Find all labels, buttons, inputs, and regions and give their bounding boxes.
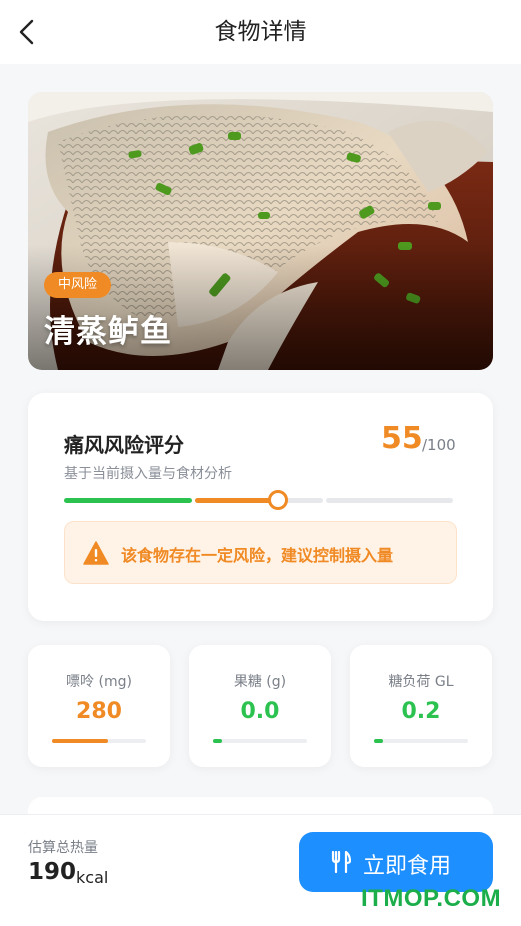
calorie-value: 190	[28, 859, 77, 885]
nutrient-level-bar	[213, 739, 307, 743]
risk-bar-indicator	[267, 490, 288, 510]
nutrient-value: 0.0	[240, 699, 280, 724]
eat-now-button[interactable]: 立即食用	[299, 832, 493, 892]
fork-knife-icon	[331, 851, 351, 873]
nutrient-label: 嘌呤 (mg)	[66, 674, 132, 690]
nutrient-level-bar	[52, 739, 146, 743]
nutrient-card-fructose: 果糖 (g) 0.0	[189, 645, 331, 767]
calorie-label: 估算总热量	[28, 840, 98, 856]
score-title: 痛风风险评分	[64, 433, 184, 457]
page-title: 食物详情	[214, 19, 307, 45]
calorie-unit: kcal	[76, 868, 109, 887]
eat-now-label: 立即食用	[363, 854, 452, 879]
nutrient-value: 280	[76, 699, 122, 724]
risk-warning-text: 该食物存在一定风险，建议控制摄入量	[121, 546, 394, 565]
top-bar: 食物详情	[0, 0, 521, 64]
nutrient-value: 0.2	[401, 699, 441, 724]
dish-name: 清蒸鲈鱼	[44, 314, 172, 350]
nutrient-level-fill	[213, 739, 223, 743]
risk-bar-high-segment	[326, 498, 453, 503]
score-subtitle: 基于当前摄入量与食材分析	[64, 466, 232, 482]
risk-warning-box: 该食物存在一定风险，建议控制摄入量	[64, 521, 457, 584]
gout-risk-card: 痛风风险评分 基于当前摄入量与食材分析 55 /100 该食物存在一定风险，建议…	[28, 393, 493, 621]
nutrient-card-glycemic-load: 糖负荷 GL 0.2	[350, 645, 492, 767]
score-value: 55	[381, 421, 423, 456]
watermark: ITMOP.COM	[361, 885, 502, 912]
score-max: /100	[422, 436, 456, 454]
warning-triangle-icon	[83, 541, 109, 565]
nutrient-card-purine: 嘌呤 (mg) 280	[28, 645, 170, 767]
nutrient-level-fill	[52, 739, 109, 743]
nutrient-level-fill	[374, 739, 384, 743]
nutrient-label: 果糖 (g)	[233, 674, 287, 690]
risk-level-badge: 中风险	[44, 272, 112, 298]
risk-bar-current-fill	[195, 498, 278, 503]
risk-bar-low-segment	[64, 498, 192, 503]
food-image: 中风险 清蒸鲈鱼	[28, 92, 493, 370]
nutrient-label: 糖负荷 GL	[388, 674, 454, 690]
nutrient-level-bar	[374, 739, 468, 743]
